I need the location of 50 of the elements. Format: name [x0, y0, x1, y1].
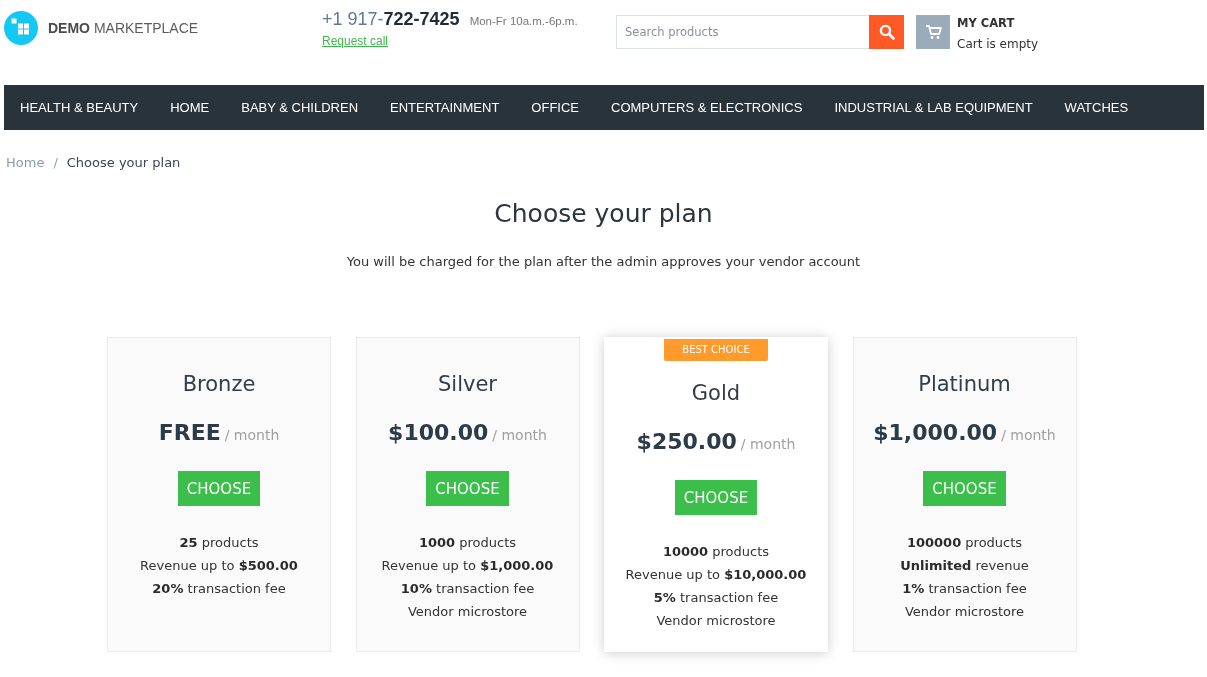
cart-status: Cart is empty — [957, 37, 1039, 51]
plan-feature: Vendor microstore — [903, 603, 1026, 621]
price-period: / month — [492, 427, 547, 443]
cart-icon[interactable] — [916, 15, 950, 49]
search-button[interactable] — [869, 15, 904, 49]
page-subtitle: You will be charged for the plan after the admin approves your vendor account — [345, 253, 862, 271]
nav-item[interactable]: INDUSTRIAL & LAB EQUIPMENT — [818, 85, 1049, 130]
plan-feature: Revenue up to $1,000.00 — [380, 557, 555, 575]
logo-icon[interactable] — [4, 11, 38, 45]
nav-item[interactable]: OFFICE — [515, 85, 595, 130]
nav-item[interactable]: HEALTH & BEAUTY — [4, 85, 155, 130]
plan-feature: Revenue up to $10,000.00 — [624, 566, 808, 584]
price-period: / month — [224, 427, 280, 443]
plan-price: $100.00 — [388, 420, 489, 445]
plan-price: $1,000.00 — [873, 420, 998, 445]
plan-price: $250.00 — [636, 429, 737, 454]
business-hours: Mon-Fr 10a.m.-6p.m. — [469, 15, 578, 27]
plan-feature: 10% transaction fee — [399, 580, 536, 598]
plan-feature: Revenue up to $500.00 — [139, 557, 299, 575]
plan-feature: 25 products — [178, 534, 260, 552]
nav-item[interactable]: COMPUTERS & ELECTRONICS — [595, 85, 819, 130]
page-title: Choose your plan — [493, 198, 714, 230]
plan-name: Gold — [690, 380, 742, 406]
plan-name: Platinum — [917, 371, 1012, 397]
phone-number: +1 917-722-7425 — [322, 9, 460, 30]
search-field[interactable]: Search products — [616, 15, 869, 49]
plan-feature: 1% transaction fee — [901, 580, 1028, 598]
nav-item[interactable]: BABY & CHILDREN — [225, 85, 375, 130]
nav-item[interactable]: HOME — [154, 85, 226, 130]
best-choice-badge: BEST CHOICE — [664, 339, 768, 361]
breadcrumb-current: Choose your plan — [66, 154, 181, 172]
nav-item[interactable]: WATCHES — [1048, 85, 1145, 130]
plan-feature: Vendor microstore — [655, 612, 777, 630]
plan-feature: 5% transaction fee — [652, 589, 780, 607]
cart-title: MY CART — [957, 16, 1016, 30]
plan-name: Silver — [437, 371, 498, 397]
plan-price: FREE — [158, 420, 221, 445]
plan-feature: 1000 products — [417, 534, 518, 552]
search-icon — [878, 24, 895, 40]
logo-text[interactable]: DEMO MARKETPLACE — [48, 20, 199, 36]
plan-feature: Vendor microstore — [406, 603, 529, 621]
plan-name: Bronze — [181, 371, 257, 397]
price-period: / month — [740, 436, 796, 452]
breadcrumb-separator: / — [53, 154, 58, 172]
price-period: / month — [1001, 427, 1056, 443]
plan-feature: 10000 products — [661, 543, 771, 561]
plan-feature: Unlimited revenue — [899, 557, 1030, 575]
nav-item[interactable]: ENTERTAINMENT — [374, 85, 516, 130]
plan-feature: 20% transaction fee — [151, 580, 287, 598]
plan-feature: 100000 products — [905, 534, 1024, 552]
